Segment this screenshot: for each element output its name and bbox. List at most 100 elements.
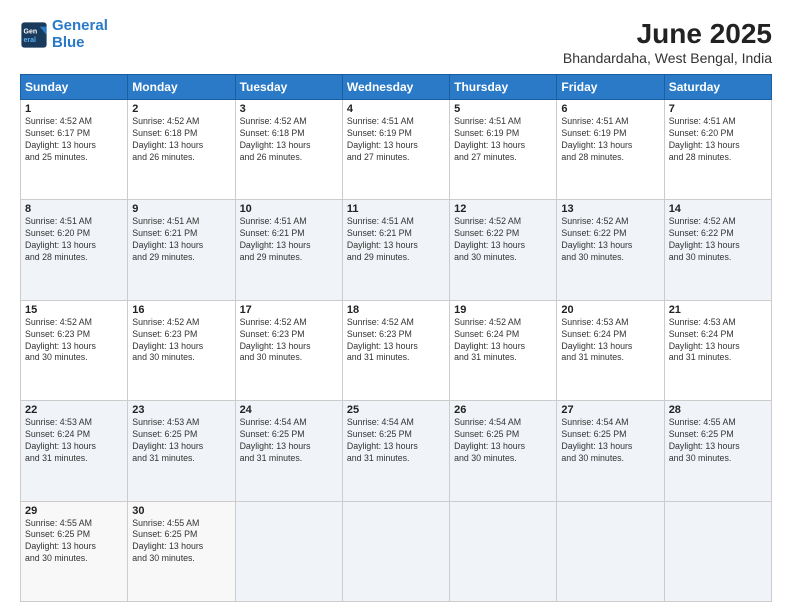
day-info: Sunrise: 4:51 AM Sunset: 6:21 PM Dayligh… <box>347 216 445 264</box>
day-number: 25 <box>347 404 445 416</box>
calendar-cell: 4 Sunrise: 4:51 AM Sunset: 6:19 PM Dayli… <box>342 100 449 200</box>
calendar-cell: 5 Sunrise: 4:51 AM Sunset: 6:19 PM Dayli… <box>450 100 557 200</box>
calendar-cell: 26 Sunrise: 4:54 AM Sunset: 6:25 PM Dayl… <box>450 401 557 501</box>
day-number: 3 <box>240 103 338 115</box>
day-number: 5 <box>454 103 552 115</box>
day-number: 9 <box>132 203 230 215</box>
calendar-cell: 24 Sunrise: 4:54 AM Sunset: 6:25 PM Dayl… <box>235 401 342 501</box>
day-number: 29 <box>25 505 123 517</box>
day-info: Sunrise: 4:52 AM Sunset: 6:22 PM Dayligh… <box>669 216 767 264</box>
day-number: 4 <box>347 103 445 115</box>
day-info: Sunrise: 4:54 AM Sunset: 6:25 PM Dayligh… <box>240 417 338 465</box>
calendar-header-wednesday: Wednesday <box>342 75 449 100</box>
calendar-cell <box>664 501 771 601</box>
calendar-cell: 9 Sunrise: 4:51 AM Sunset: 6:21 PM Dayli… <box>128 200 235 300</box>
day-number: 2 <box>132 103 230 115</box>
calendar-cell: 27 Sunrise: 4:54 AM Sunset: 6:25 PM Dayl… <box>557 401 664 501</box>
calendar-header-sunday: Sunday <box>21 75 128 100</box>
calendar-cell: 12 Sunrise: 4:52 AM Sunset: 6:22 PM Dayl… <box>450 200 557 300</box>
svg-text:Gen: Gen <box>24 28 38 35</box>
svg-text:eral: eral <box>24 37 37 44</box>
calendar-cell: 15 Sunrise: 4:52 AM Sunset: 6:23 PM Dayl… <box>21 300 128 400</box>
logo-line1: General <box>52 17 108 34</box>
day-number: 13 <box>561 203 659 215</box>
calendar-cell: 14 Sunrise: 4:52 AM Sunset: 6:22 PM Dayl… <box>664 200 771 300</box>
day-info: Sunrise: 4:53 AM Sunset: 6:24 PM Dayligh… <box>561 317 659 365</box>
calendar-cell: 13 Sunrise: 4:52 AM Sunset: 6:22 PM Dayl… <box>557 200 664 300</box>
day-number: 27 <box>561 404 659 416</box>
day-info: Sunrise: 4:51 AM Sunset: 6:20 PM Dayligh… <box>25 216 123 264</box>
calendar-cell: 2 Sunrise: 4:52 AM Sunset: 6:18 PM Dayli… <box>128 100 235 200</box>
day-info: Sunrise: 4:51 AM Sunset: 6:19 PM Dayligh… <box>347 116 445 164</box>
day-info: Sunrise: 4:55 AM Sunset: 6:25 PM Dayligh… <box>669 417 767 465</box>
day-number: 12 <box>454 203 552 215</box>
logo-icon: Gen eral <box>20 21 48 49</box>
calendar-cell: 30 Sunrise: 4:55 AM Sunset: 6:25 PM Dayl… <box>128 501 235 601</box>
day-info: Sunrise: 4:52 AM Sunset: 6:18 PM Dayligh… <box>132 116 230 164</box>
day-info: Sunrise: 4:51 AM Sunset: 6:21 PM Dayligh… <box>240 216 338 264</box>
calendar-week-1: 1 Sunrise: 4:52 AM Sunset: 6:17 PM Dayli… <box>21 100 772 200</box>
page: Gen eral General Blue June 2025 Bhandard… <box>0 0 792 612</box>
day-info: Sunrise: 4:55 AM Sunset: 6:25 PM Dayligh… <box>132 518 230 566</box>
day-info: Sunrise: 4:52 AM Sunset: 6:23 PM Dayligh… <box>25 317 123 365</box>
day-info: Sunrise: 4:54 AM Sunset: 6:25 PM Dayligh… <box>347 417 445 465</box>
day-number: 18 <box>347 304 445 316</box>
calendar-cell: 11 Sunrise: 4:51 AM Sunset: 6:21 PM Dayl… <box>342 200 449 300</box>
day-number: 30 <box>132 505 230 517</box>
day-info: Sunrise: 4:54 AM Sunset: 6:25 PM Dayligh… <box>454 417 552 465</box>
calendar-cell: 8 Sunrise: 4:51 AM Sunset: 6:20 PM Dayli… <box>21 200 128 300</box>
day-number: 14 <box>669 203 767 215</box>
calendar-cell: 6 Sunrise: 4:51 AM Sunset: 6:19 PM Dayli… <box>557 100 664 200</box>
calendar-cell: 28 Sunrise: 4:55 AM Sunset: 6:25 PM Dayl… <box>664 401 771 501</box>
calendar-cell: 20 Sunrise: 4:53 AM Sunset: 6:24 PM Dayl… <box>557 300 664 400</box>
header: Gen eral General Blue June 2025 Bhandard… <box>20 18 772 66</box>
calendar-cell <box>342 501 449 601</box>
day-number: 8 <box>25 203 123 215</box>
day-number: 21 <box>669 304 767 316</box>
calendar-week-3: 15 Sunrise: 4:52 AM Sunset: 6:23 PM Dayl… <box>21 300 772 400</box>
title-block: June 2025 Bhandardaha, West Bengal, Indi… <box>563 18 772 66</box>
day-number: 26 <box>454 404 552 416</box>
day-info: Sunrise: 4:52 AM Sunset: 6:23 PM Dayligh… <box>132 317 230 365</box>
day-info: Sunrise: 4:51 AM Sunset: 6:19 PM Dayligh… <box>561 116 659 164</box>
calendar-header-tuesday: Tuesday <box>235 75 342 100</box>
calendar-cell: 19 Sunrise: 4:52 AM Sunset: 6:24 PM Dayl… <box>450 300 557 400</box>
main-title: June 2025 <box>563 18 772 50</box>
calendar-header-saturday: Saturday <box>664 75 771 100</box>
day-number: 28 <box>669 404 767 416</box>
calendar-cell: 25 Sunrise: 4:54 AM Sunset: 6:25 PM Dayl… <box>342 401 449 501</box>
day-number: 20 <box>561 304 659 316</box>
day-number: 17 <box>240 304 338 316</box>
calendar-cell: 22 Sunrise: 4:53 AM Sunset: 6:24 PM Dayl… <box>21 401 128 501</box>
day-number: 6 <box>561 103 659 115</box>
calendar-cell <box>557 501 664 601</box>
logo-line2: Blue <box>52 34 85 51</box>
day-number: 1 <box>25 103 123 115</box>
day-number: 19 <box>454 304 552 316</box>
calendar-cell: 21 Sunrise: 4:53 AM Sunset: 6:24 PM Dayl… <box>664 300 771 400</box>
calendar-header-thursday: Thursday <box>450 75 557 100</box>
calendar-week-5: 29 Sunrise: 4:55 AM Sunset: 6:25 PM Dayl… <box>21 501 772 601</box>
logo-text: General Blue <box>52 18 108 51</box>
day-info: Sunrise: 4:55 AM Sunset: 6:25 PM Dayligh… <box>25 518 123 566</box>
day-info: Sunrise: 4:52 AM Sunset: 6:23 PM Dayligh… <box>347 317 445 365</box>
calendar-header-monday: Monday <box>128 75 235 100</box>
calendar-cell <box>235 501 342 601</box>
day-info: Sunrise: 4:51 AM Sunset: 6:19 PM Dayligh… <box>454 116 552 164</box>
day-info: Sunrise: 4:52 AM Sunset: 6:18 PM Dayligh… <box>240 116 338 164</box>
calendar-cell <box>450 501 557 601</box>
day-info: Sunrise: 4:51 AM Sunset: 6:21 PM Dayligh… <box>132 216 230 264</box>
calendar-cell: 23 Sunrise: 4:53 AM Sunset: 6:25 PM Dayl… <box>128 401 235 501</box>
logo: Gen eral General Blue <box>20 18 108 51</box>
calendar-header-row: SundayMondayTuesdayWednesdayThursdayFrid… <box>21 75 772 100</box>
day-number: 7 <box>669 103 767 115</box>
day-number: 15 <box>25 304 123 316</box>
calendar-cell: 18 Sunrise: 4:52 AM Sunset: 6:23 PM Dayl… <box>342 300 449 400</box>
day-info: Sunrise: 4:51 AM Sunset: 6:20 PM Dayligh… <box>669 116 767 164</box>
day-info: Sunrise: 4:53 AM Sunset: 6:24 PM Dayligh… <box>669 317 767 365</box>
day-number: 16 <box>132 304 230 316</box>
day-info: Sunrise: 4:52 AM Sunset: 6:24 PM Dayligh… <box>454 317 552 365</box>
calendar-table: SundayMondayTuesdayWednesdayThursdayFrid… <box>20 74 772 602</box>
day-number: 22 <box>25 404 123 416</box>
calendar-cell: 10 Sunrise: 4:51 AM Sunset: 6:21 PM Dayl… <box>235 200 342 300</box>
